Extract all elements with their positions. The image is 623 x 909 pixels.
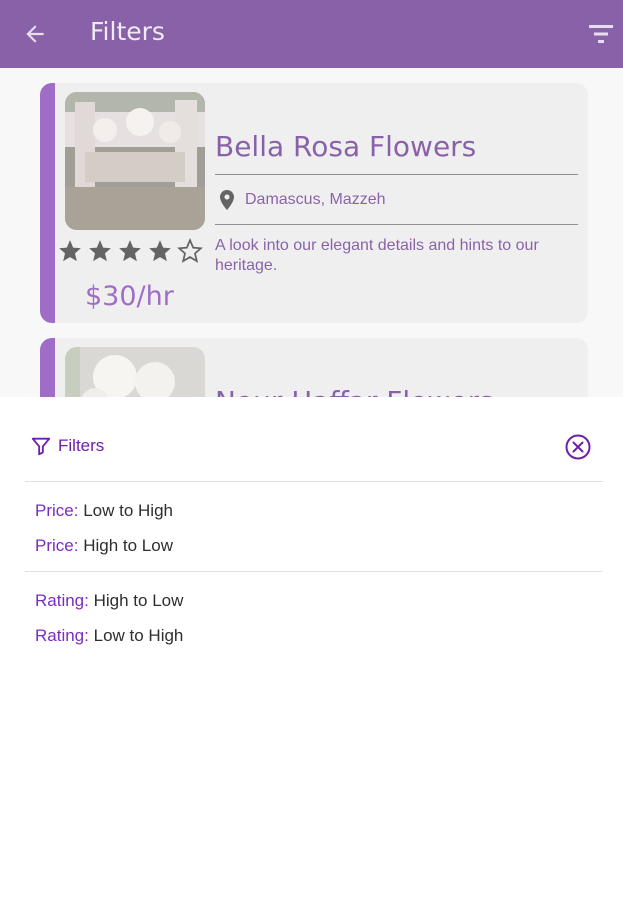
filter-option-price-high-low[interactable]: Price: High to Low: [35, 536, 173, 556]
close-circle-icon: [565, 434, 591, 460]
filter-option-rating-low-high[interactable]: Rating: Low to High: [35, 626, 183, 646]
divider: [25, 571, 603, 572]
option-key: Rating:: [35, 626, 89, 645]
option-value: High to Low: [93, 591, 184, 610]
close-sheet-button[interactable]: [564, 433, 592, 461]
sheet-title: Filters: [58, 436, 105, 455]
funnel-icon: [31, 437, 51, 456]
option-value: Low to High: [83, 501, 173, 520]
sheet-header: Filters: [30, 435, 104, 457]
divider: [25, 481, 603, 482]
modal-scrim[interactable]: [0, 0, 623, 397]
option-key: Price:: [35, 536, 79, 555]
option-value: Low to High: [93, 626, 184, 645]
filter-option-rating-high-low[interactable]: Rating: High to Low: [35, 591, 183, 611]
filter-sheet: Filters Price: Low to High Price: High t…: [0, 397, 623, 909]
option-key: Price:: [35, 501, 79, 520]
option-key: Rating:: [35, 591, 89, 610]
option-value: High to Low: [83, 536, 173, 555]
filter-option-price-low-high[interactable]: Price: Low to High: [35, 501, 173, 521]
